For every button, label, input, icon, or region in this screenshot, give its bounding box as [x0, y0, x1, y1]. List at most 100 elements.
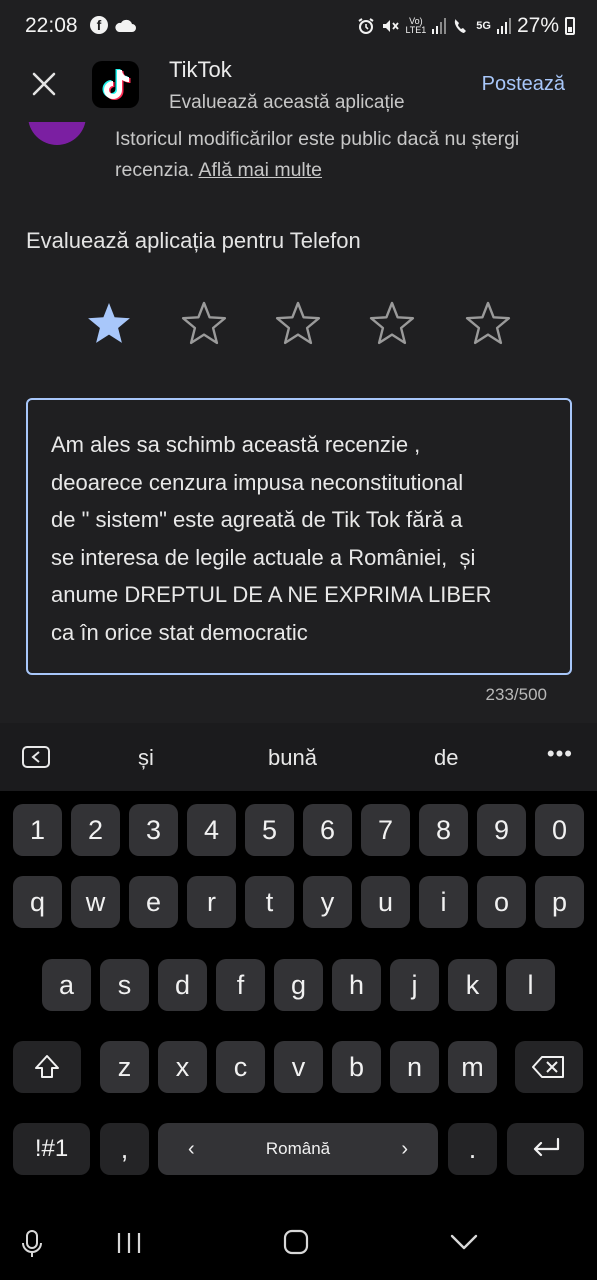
key-9[interactable]: 9 — [477, 804, 526, 856]
key-v[interactable]: v — [274, 1041, 323, 1093]
enter-key[interactable] — [507, 1123, 584, 1175]
key-5[interactable]: 5 — [245, 804, 294, 856]
recent-apps-icon[interactable] — [116, 1231, 142, 1255]
battery-icon — [565, 17, 575, 35]
review-line: de " sistem" este agreată de Tik Tok făr… — [51, 507, 463, 532]
key-8[interactable]: 8 — [419, 804, 468, 856]
star-1-icon[interactable] — [86, 300, 132, 346]
tiktok-logo-icon — [102, 68, 130, 100]
review-line: se interesa de legile actuale a României… — [51, 544, 476, 570]
key-3[interactable]: 3 — [129, 804, 178, 856]
mute-icon — [383, 20, 400, 32]
alarm-icon — [358, 18, 374, 34]
5g-label: 5G — [476, 20, 491, 32]
shift-key[interactable] — [13, 1041, 81, 1093]
app-name: TikTok — [169, 57, 232, 82]
rating-title: Evaluează aplicația pentru Telefon — [26, 228, 361, 253]
key-e[interactable]: e — [129, 876, 178, 928]
key-s[interactable]: s — [100, 959, 149, 1011]
backspace-icon — [532, 1056, 564, 1078]
post-button[interactable]: Postează — [482, 73, 565, 96]
key-c[interactable]: c — [216, 1041, 265, 1093]
key-k[interactable]: k — [448, 959, 497, 1011]
space-key[interactable]: ‹ Română › — [158, 1123, 438, 1175]
key-w[interactable]: w — [71, 876, 120, 928]
star-5-icon[interactable] — [465, 300, 511, 346]
wifi-calling-icon — [455, 19, 467, 33]
review-line: deoarece cenzura impusa neconstitutional — [51, 469, 464, 495]
key-f[interactable]: f — [216, 959, 265, 1011]
learn-more-link[interactable]: Află mai multe — [198, 159, 322, 181]
signal-2-icon — [496, 18, 511, 34]
key-z[interactable]: z — [100, 1041, 149, 1093]
shift-icon — [35, 1055, 59, 1078]
period-key[interactable]: . — [448, 1123, 497, 1175]
key-r[interactable]: r — [187, 876, 236, 928]
key-m[interactable]: m — [448, 1041, 497, 1093]
home-icon[interactable] — [283, 1229, 309, 1255]
key-d[interactable]: d — [158, 959, 207, 1011]
review-line: ca în orice stat democratic — [51, 619, 308, 645]
notification-icons: f — [90, 16, 136, 34]
history-note: Istoricul modificărilor este public dacă… — [115, 124, 555, 186]
keyboard-toolbar-back-icon[interactable] — [22, 746, 50, 768]
navigation-bar — [0, 1211, 597, 1280]
key-0[interactable]: 0 — [535, 804, 584, 856]
hide-keyboard-icon[interactable] — [450, 1233, 478, 1251]
more-options-icon[interactable]: ••• — [547, 741, 573, 767]
key-x[interactable]: x — [158, 1041, 207, 1093]
review-input[interactable]: Am ales sa schimb această recenzie , deoa… — [26, 398, 572, 675]
key-2[interactable]: 2 — [71, 804, 120, 856]
keyboard: !#1 , ‹ Română › . 1234567890 qwertyuiop a… — [0, 791, 597, 1211]
facebook-icon: f — [90, 16, 108, 34]
key-n[interactable]: n — [390, 1041, 439, 1093]
key-j[interactable]: j — [390, 959, 439, 1011]
suggestion-3[interactable]: de — [434, 745, 458, 771]
status-bar: 22:08 f Vo) LTE1 5G 27% — [0, 0, 597, 52]
key-u[interactable]: u — [361, 876, 410, 928]
key-h[interactable]: h — [332, 959, 381, 1011]
key-t[interactable]: t — [245, 876, 294, 928]
tiktok-app-icon — [92, 61, 139, 108]
star-2-icon[interactable] — [181, 300, 227, 346]
key-p[interactable]: p — [535, 876, 584, 928]
language-label: Română — [265, 1139, 331, 1158]
key-g[interactable]: g — [274, 959, 323, 1011]
language-prev-icon: ‹ — [188, 1138, 195, 1160]
signal-icon — [432, 18, 447, 34]
header-subtitle: Evaluează această aplicație — [169, 92, 405, 113]
battery-percent: 27% — [516, 14, 559, 37]
character-counter: 233/500 — [485, 685, 547, 704]
key-l[interactable]: l — [506, 959, 555, 1011]
star-3-icon[interactable] — [275, 300, 321, 346]
key-4[interactable]: 4 — [187, 804, 236, 856]
star-4-icon[interactable] — [369, 300, 415, 346]
enter-icon — [533, 1137, 559, 1157]
backspace-key[interactable] — [515, 1041, 583, 1093]
suggestion-1[interactable]: și — [138, 745, 154, 771]
language-next-icon: › — [401, 1138, 408, 1160]
app-header: TikTok Evaluează această aplicație Poste… — [0, 52, 597, 122]
suggestion-2[interactable]: bună — [268, 745, 317, 771]
key-i[interactable]: i — [419, 876, 468, 928]
key-1[interactable]: 1 — [13, 804, 62, 856]
review-text[interactable]: Am ales sa schimb această recenzie , deoa… — [51, 426, 551, 651]
star-rating — [86, 300, 526, 348]
key-6[interactable]: 6 — [303, 804, 352, 856]
key-7[interactable]: 7 — [361, 804, 410, 856]
status-time: 22:08 — [25, 14, 78, 37]
key-y[interactable]: y — [303, 876, 352, 928]
key-a[interactable]: a — [42, 959, 91, 1011]
comma-key[interactable]: , — [100, 1123, 149, 1175]
key-o[interactable]: o — [477, 876, 526, 928]
key-b[interactable]: b — [332, 1041, 381, 1093]
cloud-icon — [115, 19, 136, 32]
key-q[interactable]: q — [13, 876, 62, 928]
review-line: Am ales sa schimb această recenzie , — [51, 432, 421, 457]
microphone-icon[interactable] — [20, 1229, 44, 1259]
keyboard-suggestion-bar: și bună de ••• — [0, 723, 597, 791]
symbols-key[interactable]: !#1 — [13, 1123, 90, 1175]
close-icon[interactable] — [28, 68, 60, 100]
review-line: anume DREPTUL DE A NE EXPRIMA LIBER — [51, 582, 492, 607]
volte-label: Vo) LTE1 — [405, 16, 427, 35]
